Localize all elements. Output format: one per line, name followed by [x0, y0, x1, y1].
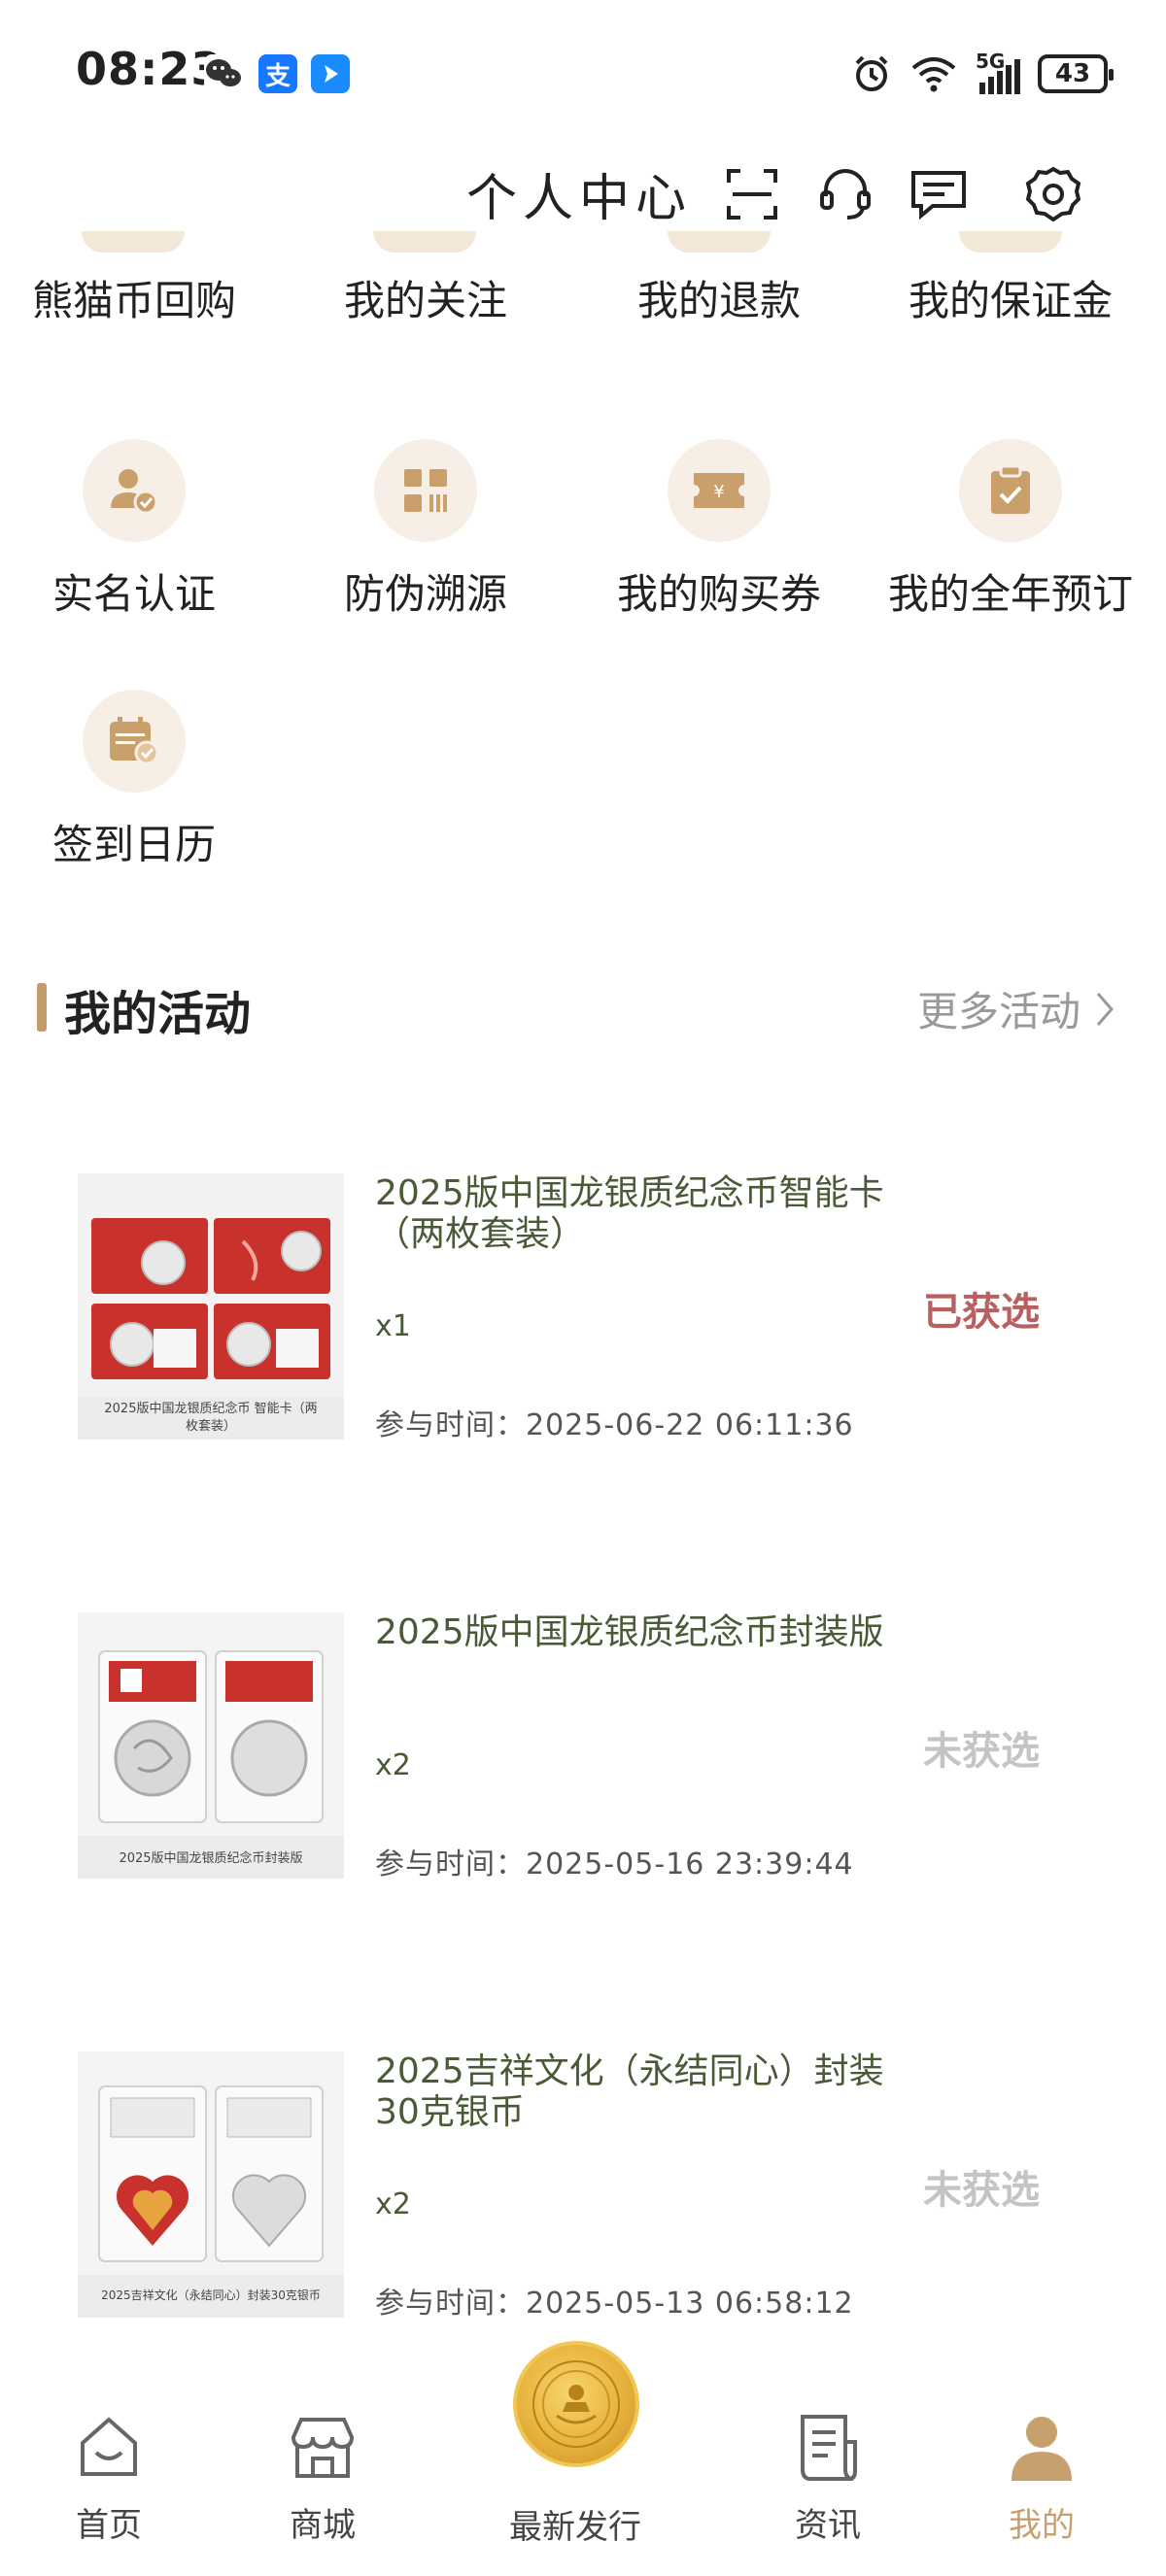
- activity-image: 2025吉祥文化（永结同心）封装30克银币: [78, 2051, 344, 2318]
- grid-item-anti-counterfeit[interactable]: 防伪溯源: [280, 439, 571, 621]
- bottom-nav: 首页 商城 最新发行 资讯 我的: [0, 2341, 1166, 2576]
- activities-section-header: 我的活动 更多活动: [0, 971, 1166, 1049]
- activity-image-caption: 2025版中国龙银质纪念币封装版: [119, 1851, 303, 1866]
- section-accent-bar: [37, 983, 47, 1032]
- grid-item-label: 我的关注: [343, 277, 507, 324]
- clipboard-check-icon: [959, 439, 1062, 542]
- status-badge: 已获选: [923, 1290, 1040, 1335]
- status-badge: 未获选: [923, 2168, 1040, 2213]
- nav-item-home[interactable]: 首页: [12, 2370, 206, 2546]
- wifi-icon: [911, 57, 956, 92]
- news-icon: [789, 2409, 867, 2487]
- activity-item[interactable]: 2025版中国龙银质纪念币 智能卡（两枚套装） 2025版中国龙银质纪念币智能卡…: [0, 1173, 1166, 1465]
- nav-item-profile[interactable]: 我的: [944, 2370, 1139, 2546]
- alipay-icon: 支: [258, 54, 297, 93]
- scan-icon[interactable]: [721, 163, 783, 225]
- chevron-right-icon: [1096, 992, 1114, 1026]
- grid-item-label: 防伪溯源: [343, 570, 507, 618]
- message-app-icon: [311, 54, 350, 93]
- activity-quantity: x2: [375, 2187, 411, 2221]
- nav-label: 资讯: [795, 2506, 861, 2545]
- signal-icon: 5G: [976, 50, 1020, 94]
- activity-time: 参与时间：2025-05-13 06:58:12: [375, 2287, 854, 2321]
- message-icon[interactable]: [908, 163, 970, 225]
- activity-item[interactable]: 2025版中国龙银质纪念币封装版 2025版中国龙银质纪念币封装版 x2 未获选…: [0, 1612, 1166, 1904]
- grid-item-label: 签到日历: [51, 821, 216, 868]
- activity-image-caption: 2025版中国龙银质纪念币 智能卡（两枚套装）: [104, 1402, 318, 1434]
- calendar-check-icon: [83, 690, 186, 793]
- grid-item-panda-buyback[interactable]: 熊猫币回购: [0, 268, 280, 327]
- header: 个人中心: [0, 146, 1166, 243]
- nav-label: 我的: [1009, 2506, 1075, 2545]
- anti-counterfeit-icon: [374, 439, 477, 542]
- grid-item-label: 我的全年预订: [887, 570, 1133, 618]
- verified-user-icon: [83, 439, 186, 542]
- profile-icon: [1003, 2409, 1080, 2487]
- grid-item-my-follow[interactable]: 我的关注: [280, 268, 571, 327]
- grid-item-label: 我的保证金: [908, 277, 1113, 324]
- grid-item-my-refund[interactable]: 我的退款: [573, 268, 865, 327]
- svg-text:¥: ¥: [713, 482, 724, 502]
- activity-quantity: x2: [375, 1748, 411, 1782]
- customer-service-icon[interactable]: [814, 163, 876, 225]
- status-time: 08:23: [76, 43, 223, 95]
- page-title: 个人中心: [466, 170, 693, 228]
- activity-item[interactable]: 2025吉祥文化（永结同心）封装30克银币 2025吉祥文化（永结同心）封装30…: [0, 2051, 1166, 2343]
- nav-label: 首页: [76, 2506, 142, 2545]
- grid-item-label: 我的购买券: [616, 570, 821, 618]
- status-badge: 未获选: [923, 1729, 1040, 1774]
- grid-item-real-name-auth[interactable]: 实名认证: [0, 439, 280, 621]
- activity-time: 参与时间：2025-06-22 06:11:36: [375, 1408, 854, 1442]
- settings-icon[interactable]: [1022, 163, 1084, 225]
- activity-title: 2025吉祥文化（永结同心）封装30克银币: [375, 2051, 884, 2132]
- grid-item-my-deposit[interactable]: 我的保证金: [865, 268, 1156, 327]
- coin-icon: [513, 2341, 639, 2467]
- more-activities-link[interactable]: 更多活动: [917, 979, 1115, 1038]
- store-icon: [284, 2409, 361, 2487]
- activity-image-caption: 2025吉祥文化（永结同心）封装30克银币: [101, 2288, 321, 2302]
- nav-item-store[interactable]: 商城: [225, 2370, 420, 2546]
- activity-title: 2025版中国龙银质纪念币封装版: [375, 1612, 884, 1652]
- activity-image: 2025版中国龙银质纪念币封装版: [78, 1612, 344, 1879]
- more-activities-label: 更多活动: [916, 988, 1080, 1035]
- network-type: 5G: [976, 50, 1006, 73]
- grid-item-label: 实名认证: [51, 570, 216, 618]
- status-bar: 08:23 支 5G 43: [0, 0, 1166, 146]
- home-icon: [70, 2409, 148, 2487]
- grid-item-label: 熊猫币回购: [31, 277, 236, 324]
- battery-indicator: 43: [1038, 54, 1114, 93]
- activity-time: 参与时间：2025-05-16 23:39:44: [375, 1847, 854, 1881]
- nav-label: 商城: [290, 2506, 356, 2545]
- grid-item-purchase-coupon[interactable]: ¥ 我的购买券: [573, 439, 865, 621]
- nav-label: 最新发行: [509, 2508, 641, 2547]
- activity-title: 2025版中国龙银质纪念币智能卡（两枚套装）: [375, 1173, 884, 1254]
- grid-item-sign-in-calendar[interactable]: 签到日历: [0, 690, 280, 871]
- grid-item-label: 我的退款: [636, 277, 801, 324]
- activity-image: 2025版中国龙银质纪念币 智能卡（两枚套装）: [78, 1173, 344, 1440]
- coupon-icon: ¥: [668, 439, 771, 542]
- nav-item-news[interactable]: 资讯: [731, 2370, 925, 2546]
- activity-quantity: x1: [375, 1309, 411, 1343]
- grid-item-annual-reservation[interactable]: 我的全年预订: [865, 439, 1156, 621]
- wechat-icon: [204, 54, 243, 93]
- alarm-icon: [855, 55, 888, 91]
- section-title: 我的活动: [64, 987, 252, 1041]
